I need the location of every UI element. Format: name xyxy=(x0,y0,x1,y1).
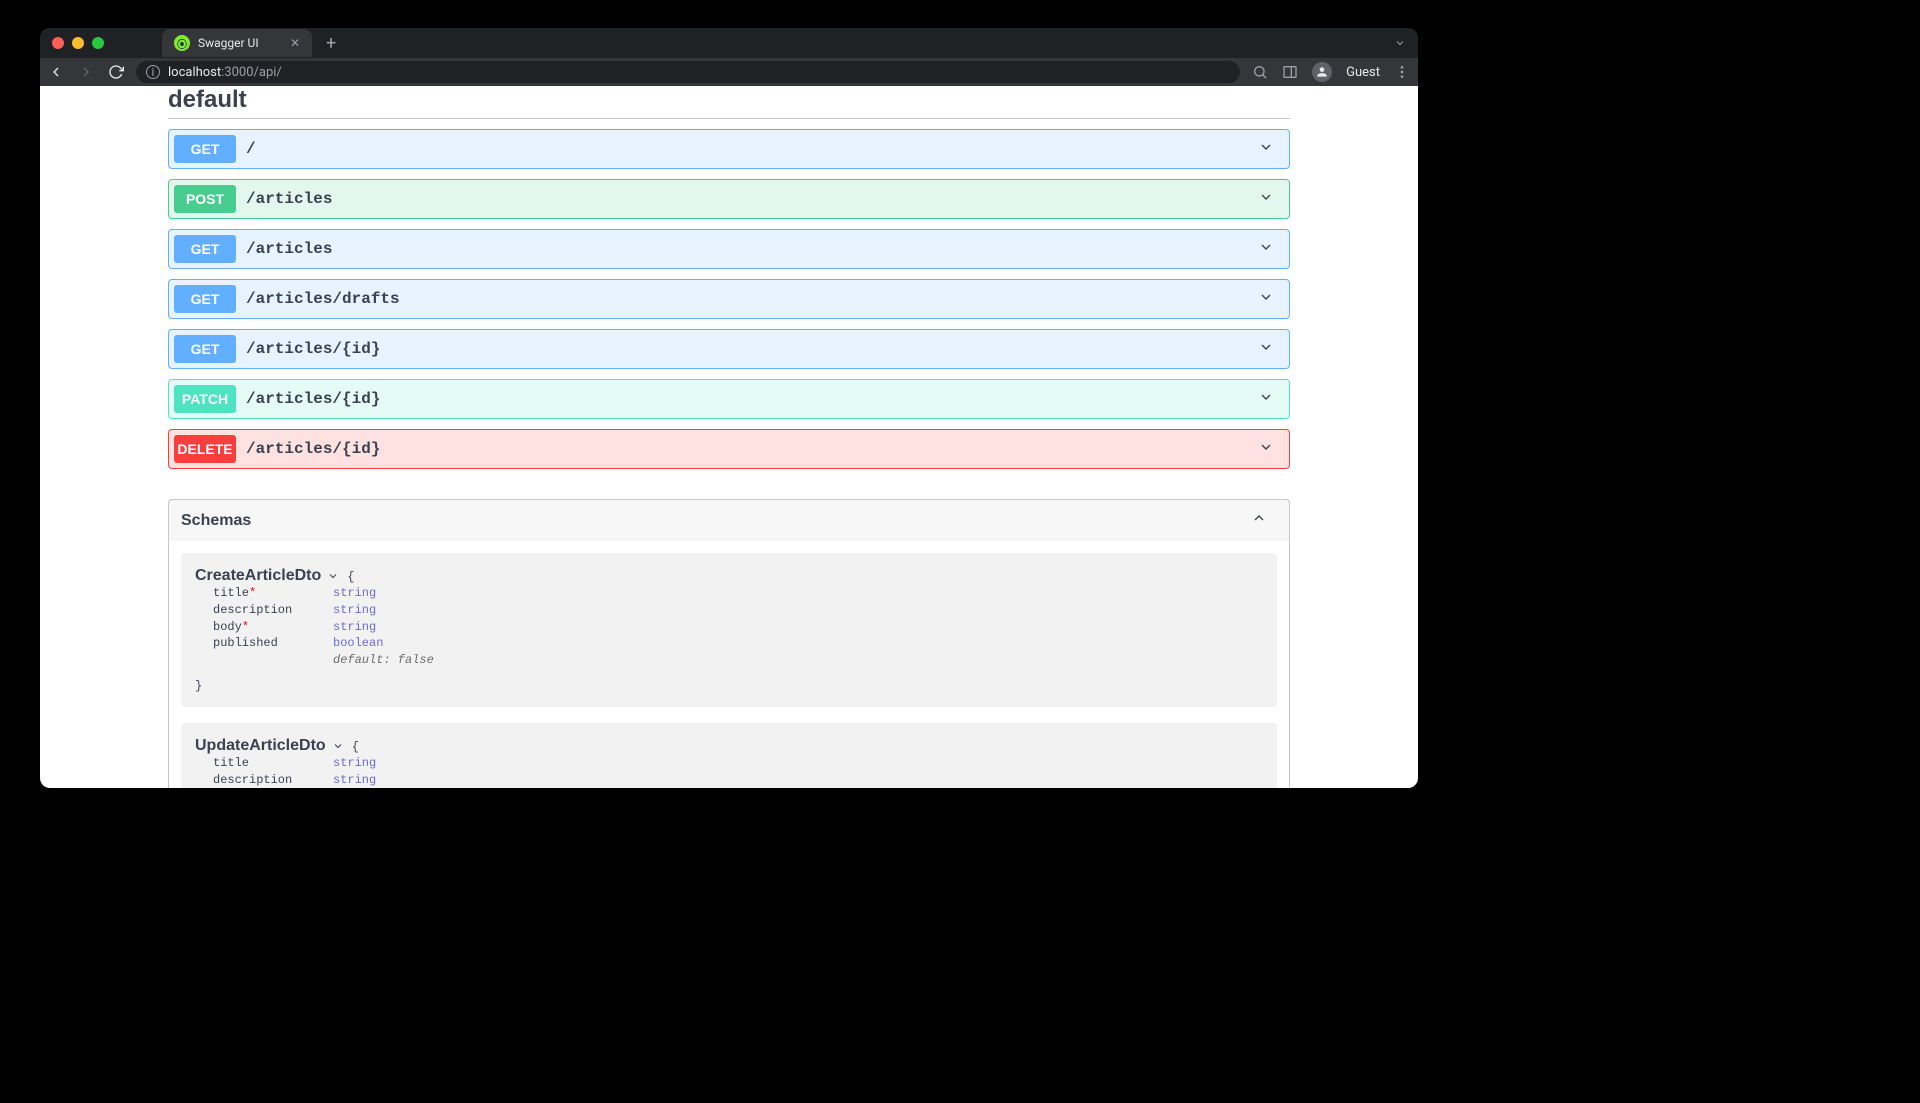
endpoint-path: /articles/{id} xyxy=(246,390,380,408)
opblock-delete-6[interactable]: DELETE/articles/{id} xyxy=(168,429,1290,469)
prop-name: published xyxy=(213,635,333,652)
traffic-lights xyxy=(52,37,104,49)
prop-type: string xyxy=(333,772,376,788)
method-badge: GET xyxy=(174,135,236,163)
opblock-get-0[interactable]: GET / xyxy=(168,129,1290,169)
prop-name: title xyxy=(213,755,333,772)
chevron-down-icon xyxy=(1258,189,1274,210)
method-badge: PATCH xyxy=(174,385,236,413)
prop-name: body* xyxy=(213,619,333,636)
browser-menu-icon[interactable] xyxy=(1394,64,1410,80)
open-brace: { xyxy=(352,740,359,754)
opblock-post-1[interactable]: POST/articles xyxy=(168,179,1290,219)
schemas-header[interactable]: Schemas xyxy=(169,500,1289,541)
chevron-down-icon xyxy=(1258,339,1274,360)
opblock-patch-5[interactable]: PATCH/articles/{id} xyxy=(168,379,1290,419)
prop-type: string xyxy=(333,755,376,772)
maximize-window-icon[interactable] xyxy=(92,37,104,49)
chevron-up-icon xyxy=(1251,510,1267,531)
schema-UpdateArticleDto: UpdateArticleDto {titlestringdescription… xyxy=(181,723,1277,788)
browser-tab[interactable]: ⦿ Swagger UI ✕ xyxy=(162,29,312,57)
endpoint-path: /articles/drafts xyxy=(246,290,400,308)
panel-icon[interactable] xyxy=(1282,64,1298,80)
prop-type: string xyxy=(333,619,376,636)
chevron-down-icon xyxy=(1258,289,1274,310)
open-brace: { xyxy=(347,570,354,584)
opblock-get-2[interactable]: GET/articles xyxy=(168,229,1290,269)
prop-type: string xyxy=(333,585,376,602)
schema-prop-row: titlestring xyxy=(195,755,1263,772)
opblock-get-4[interactable]: GET/articles/{id} xyxy=(168,329,1290,369)
url-path: :3000/api/ xyxy=(221,65,282,80)
close-brace: } xyxy=(195,669,1263,693)
chevron-down-icon xyxy=(1258,139,1274,160)
prop-name: description xyxy=(213,602,333,619)
browser-toolbar: i localhost:3000/api/ Guest xyxy=(40,58,1418,86)
url-host: localhost xyxy=(168,65,221,80)
method-badge: DELETE xyxy=(174,435,236,463)
tag-header[interactable]: default xyxy=(168,86,1290,119)
window-chevron-down-icon[interactable] xyxy=(1394,37,1406,49)
prop-type: string xyxy=(333,602,376,619)
method-badge: GET xyxy=(174,335,236,363)
page-content: default GET/POST/articlesGET/articlesGET… xyxy=(40,86,1418,788)
chevron-down-icon xyxy=(1258,439,1274,460)
chevron-down-icon xyxy=(1258,239,1274,260)
required-indicator: * xyxy=(242,620,249,634)
close-window-icon[interactable] xyxy=(52,37,64,49)
prop-default: default: false xyxy=(213,652,434,669)
endpoint-path: /articles xyxy=(246,190,332,208)
prop-name: description xyxy=(213,772,333,788)
schema-name[interactable]: UpdateArticleDto xyxy=(195,737,344,755)
forward-button[interactable] xyxy=(78,64,94,80)
schemas-title: Schemas xyxy=(181,512,251,530)
reload-button[interactable] xyxy=(108,64,124,80)
new-tab-button[interactable]: + xyxy=(316,33,346,54)
required-indicator: * xyxy=(249,586,256,600)
endpoint-path: /articles/{id} xyxy=(246,440,380,458)
schema-prop-row: descriptionstring xyxy=(195,772,1263,788)
guest-avatar-icon[interactable] xyxy=(1312,62,1332,82)
schema-CreateArticleDto: CreateArticleDto {title*stringdescriptio… xyxy=(181,553,1277,707)
zoom-icon[interactable] xyxy=(1252,64,1268,80)
back-button[interactable] xyxy=(48,64,64,80)
schema-prop-row: descriptionstring xyxy=(195,602,1263,619)
tab-close-icon[interactable]: ✕ xyxy=(290,36,300,50)
schemas-section: Schemas CreateArticleDto {title*stringde… xyxy=(168,499,1290,788)
guest-label: Guest xyxy=(1346,65,1380,80)
schema-name[interactable]: CreateArticleDto xyxy=(195,567,339,585)
prop-type: boolean xyxy=(333,635,383,652)
schema-prop-row: body*string xyxy=(195,619,1263,636)
minimize-window-icon[interactable] xyxy=(72,37,84,49)
schema-prop-row: publishedboolean xyxy=(195,635,1263,652)
tab-title: Swagger UI xyxy=(198,36,259,50)
endpoint-path: / xyxy=(246,140,256,158)
browser-window: ⦿ Swagger UI ✕ + i localhost:3000/api/ xyxy=(40,28,1418,788)
address-bar[interactable]: i localhost:3000/api/ xyxy=(136,61,1240,83)
method-badge: GET xyxy=(174,285,236,313)
endpoint-path: /articles xyxy=(246,240,332,258)
opblock-get-3[interactable]: GET/articles/drafts xyxy=(168,279,1290,319)
tabstrip: ⦿ Swagger UI ✕ + xyxy=(162,29,346,57)
swagger-favicon-icon: ⦿ xyxy=(174,35,190,51)
schema-default-row: default: false xyxy=(195,652,1263,669)
prop-name: title* xyxy=(213,585,333,602)
schema-prop-row: title*string xyxy=(195,585,1263,602)
endpoint-path: /articles/{id} xyxy=(246,340,380,358)
chevron-down-icon xyxy=(1258,389,1274,410)
method-badge: GET xyxy=(174,235,236,263)
titlebar: ⦿ Swagger UI ✕ + xyxy=(40,28,1418,58)
site-info-icon[interactable]: i xyxy=(146,65,160,79)
method-badge: POST xyxy=(174,185,236,213)
